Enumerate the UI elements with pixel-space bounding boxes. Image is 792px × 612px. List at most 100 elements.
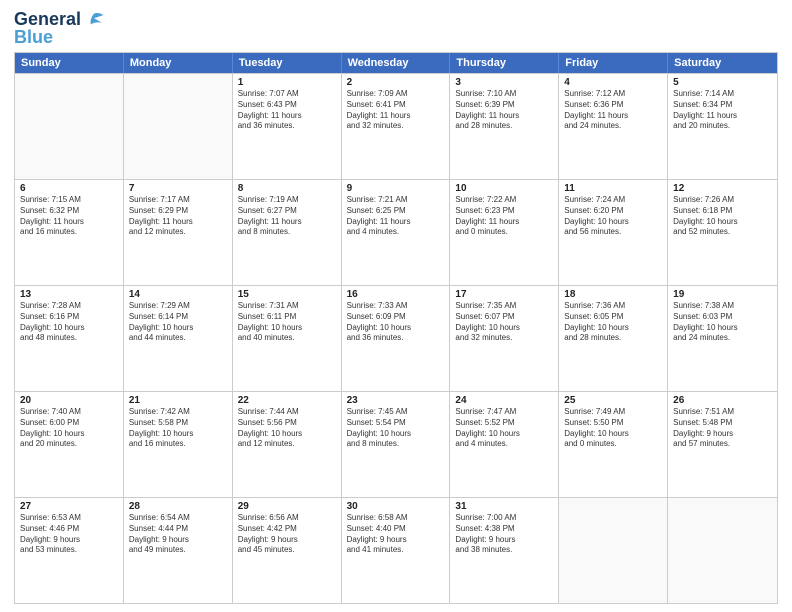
day-number: 13 xyxy=(20,289,118,300)
calendar-cell: 30Sunrise: 6:58 AM Sunset: 4:40 PM Dayli… xyxy=(342,498,451,603)
calendar-cell: 7Sunrise: 7:17 AM Sunset: 6:29 PM Daylig… xyxy=(124,180,233,285)
day-info: Sunrise: 7:07 AM Sunset: 6:43 PM Dayligh… xyxy=(238,89,336,132)
calendar-header: SundayMondayTuesdayWednesdayThursdayFrid… xyxy=(15,53,777,73)
weekday-header-friday: Friday xyxy=(559,53,668,73)
day-number: 22 xyxy=(238,395,336,406)
calendar-cell: 8Sunrise: 7:19 AM Sunset: 6:27 PM Daylig… xyxy=(233,180,342,285)
day-info: Sunrise: 7:40 AM Sunset: 6:00 PM Dayligh… xyxy=(20,407,118,450)
calendar-cell: 22Sunrise: 7:44 AM Sunset: 5:56 PM Dayli… xyxy=(233,392,342,497)
calendar-cell: 17Sunrise: 7:35 AM Sunset: 6:07 PM Dayli… xyxy=(450,286,559,391)
calendar-row-4: 20Sunrise: 7:40 AM Sunset: 6:00 PM Dayli… xyxy=(15,391,777,497)
calendar-cell: 13Sunrise: 7:28 AM Sunset: 6:16 PM Dayli… xyxy=(15,286,124,391)
day-number: 28 xyxy=(129,501,227,512)
day-number: 6 xyxy=(20,183,118,194)
calendar-cell: 3Sunrise: 7:10 AM Sunset: 6:39 PM Daylig… xyxy=(450,74,559,179)
weekday-header-wednesday: Wednesday xyxy=(342,53,451,73)
day-info: Sunrise: 7:31 AM Sunset: 6:11 PM Dayligh… xyxy=(238,301,336,344)
calendar-row-5: 27Sunrise: 6:53 AM Sunset: 4:46 PM Dayli… xyxy=(15,497,777,603)
calendar-row-2: 6Sunrise: 7:15 AM Sunset: 6:32 PM Daylig… xyxy=(15,179,777,285)
calendar-cell xyxy=(559,498,668,603)
logo-text-blue: Blue xyxy=(14,28,53,46)
day-info: Sunrise: 7:10 AM Sunset: 6:39 PM Dayligh… xyxy=(455,89,553,132)
day-info: Sunrise: 7:09 AM Sunset: 6:41 PM Dayligh… xyxy=(347,89,445,132)
calendar-cell: 12Sunrise: 7:26 AM Sunset: 6:18 PM Dayli… xyxy=(668,180,777,285)
calendar-cell: 14Sunrise: 7:29 AM Sunset: 6:14 PM Dayli… xyxy=(124,286,233,391)
calendar-cell: 16Sunrise: 7:33 AM Sunset: 6:09 PM Dayli… xyxy=(342,286,451,391)
calendar-row-1: 1Sunrise: 7:07 AM Sunset: 6:43 PM Daylig… xyxy=(15,73,777,179)
weekday-header-sunday: Sunday xyxy=(15,53,124,73)
day-number: 14 xyxy=(129,289,227,300)
day-info: Sunrise: 7:14 AM Sunset: 6:34 PM Dayligh… xyxy=(673,89,772,132)
day-info: Sunrise: 6:56 AM Sunset: 4:42 PM Dayligh… xyxy=(238,513,336,556)
calendar-cell: 23Sunrise: 7:45 AM Sunset: 5:54 PM Dayli… xyxy=(342,392,451,497)
day-info: Sunrise: 6:53 AM Sunset: 4:46 PM Dayligh… xyxy=(20,513,118,556)
day-number: 11 xyxy=(564,183,662,194)
day-number: 3 xyxy=(455,77,553,88)
calendar-cell xyxy=(15,74,124,179)
day-info: Sunrise: 7:21 AM Sunset: 6:25 PM Dayligh… xyxy=(347,195,445,238)
calendar-cell: 27Sunrise: 6:53 AM Sunset: 4:46 PM Dayli… xyxy=(15,498,124,603)
day-number: 19 xyxy=(673,289,772,300)
logo-text-general: General xyxy=(14,10,81,28)
day-info: Sunrise: 6:58 AM Sunset: 4:40 PM Dayligh… xyxy=(347,513,445,556)
page-header: General Blue xyxy=(14,10,778,46)
logo-bird-icon xyxy=(83,12,105,26)
calendar-cell: 9Sunrise: 7:21 AM Sunset: 6:25 PM Daylig… xyxy=(342,180,451,285)
calendar-cell: 28Sunrise: 6:54 AM Sunset: 4:44 PM Dayli… xyxy=(124,498,233,603)
day-info: Sunrise: 7:42 AM Sunset: 5:58 PM Dayligh… xyxy=(129,407,227,450)
day-number: 9 xyxy=(347,183,445,194)
day-number: 1 xyxy=(238,77,336,88)
weekday-header-saturday: Saturday xyxy=(668,53,777,73)
day-number: 21 xyxy=(129,395,227,406)
calendar-cell: 10Sunrise: 7:22 AM Sunset: 6:23 PM Dayli… xyxy=(450,180,559,285)
calendar-cell xyxy=(668,498,777,603)
day-number: 27 xyxy=(20,501,118,512)
day-info: Sunrise: 7:45 AM Sunset: 5:54 PM Dayligh… xyxy=(347,407,445,450)
day-info: Sunrise: 7:36 AM Sunset: 6:05 PM Dayligh… xyxy=(564,301,662,344)
day-number: 5 xyxy=(673,77,772,88)
calendar: SundayMondayTuesdayWednesdayThursdayFrid… xyxy=(14,52,778,604)
weekday-header-monday: Monday xyxy=(124,53,233,73)
day-number: 23 xyxy=(347,395,445,406)
calendar-cell: 29Sunrise: 6:56 AM Sunset: 4:42 PM Dayli… xyxy=(233,498,342,603)
day-info: Sunrise: 7:38 AM Sunset: 6:03 PM Dayligh… xyxy=(673,301,772,344)
day-info: Sunrise: 7:51 AM Sunset: 5:48 PM Dayligh… xyxy=(673,407,772,450)
calendar-body: 1Sunrise: 7:07 AM Sunset: 6:43 PM Daylig… xyxy=(15,73,777,603)
day-info: Sunrise: 7:26 AM Sunset: 6:18 PM Dayligh… xyxy=(673,195,772,238)
page-container: General Blue SundayMondayTuesdayWednesda… xyxy=(0,0,792,612)
weekday-header-thursday: Thursday xyxy=(450,53,559,73)
day-info: Sunrise: 7:22 AM Sunset: 6:23 PM Dayligh… xyxy=(455,195,553,238)
day-info: Sunrise: 7:00 AM Sunset: 4:38 PM Dayligh… xyxy=(455,513,553,556)
day-info: Sunrise: 7:15 AM Sunset: 6:32 PM Dayligh… xyxy=(20,195,118,238)
day-number: 7 xyxy=(129,183,227,194)
day-number: 16 xyxy=(347,289,445,300)
day-info: Sunrise: 7:24 AM Sunset: 6:20 PM Dayligh… xyxy=(564,195,662,238)
calendar-cell: 6Sunrise: 7:15 AM Sunset: 6:32 PM Daylig… xyxy=(15,180,124,285)
day-number: 18 xyxy=(564,289,662,300)
calendar-cell: 24Sunrise: 7:47 AM Sunset: 5:52 PM Dayli… xyxy=(450,392,559,497)
day-number: 15 xyxy=(238,289,336,300)
day-number: 25 xyxy=(564,395,662,406)
day-number: 30 xyxy=(347,501,445,512)
calendar-cell: 5Sunrise: 7:14 AM Sunset: 6:34 PM Daylig… xyxy=(668,74,777,179)
day-info: Sunrise: 7:33 AM Sunset: 6:09 PM Dayligh… xyxy=(347,301,445,344)
calendar-cell: 25Sunrise: 7:49 AM Sunset: 5:50 PM Dayli… xyxy=(559,392,668,497)
day-number: 20 xyxy=(20,395,118,406)
day-number: 12 xyxy=(673,183,772,194)
day-number: 24 xyxy=(455,395,553,406)
logo: General Blue xyxy=(14,10,105,46)
calendar-cell: 20Sunrise: 7:40 AM Sunset: 6:00 PM Dayli… xyxy=(15,392,124,497)
day-info: Sunrise: 7:44 AM Sunset: 5:56 PM Dayligh… xyxy=(238,407,336,450)
calendar-cell: 26Sunrise: 7:51 AM Sunset: 5:48 PM Dayli… xyxy=(668,392,777,497)
day-info: Sunrise: 7:49 AM Sunset: 5:50 PM Dayligh… xyxy=(564,407,662,450)
calendar-cell: 11Sunrise: 7:24 AM Sunset: 6:20 PM Dayli… xyxy=(559,180,668,285)
calendar-cell: 31Sunrise: 7:00 AM Sunset: 4:38 PM Dayli… xyxy=(450,498,559,603)
day-info: Sunrise: 7:12 AM Sunset: 6:36 PM Dayligh… xyxy=(564,89,662,132)
day-number: 10 xyxy=(455,183,553,194)
day-number: 8 xyxy=(238,183,336,194)
day-info: Sunrise: 6:54 AM Sunset: 4:44 PM Dayligh… xyxy=(129,513,227,556)
day-info: Sunrise: 7:47 AM Sunset: 5:52 PM Dayligh… xyxy=(455,407,553,450)
day-number: 29 xyxy=(238,501,336,512)
day-number: 2 xyxy=(347,77,445,88)
calendar-cell: 15Sunrise: 7:31 AM Sunset: 6:11 PM Dayli… xyxy=(233,286,342,391)
